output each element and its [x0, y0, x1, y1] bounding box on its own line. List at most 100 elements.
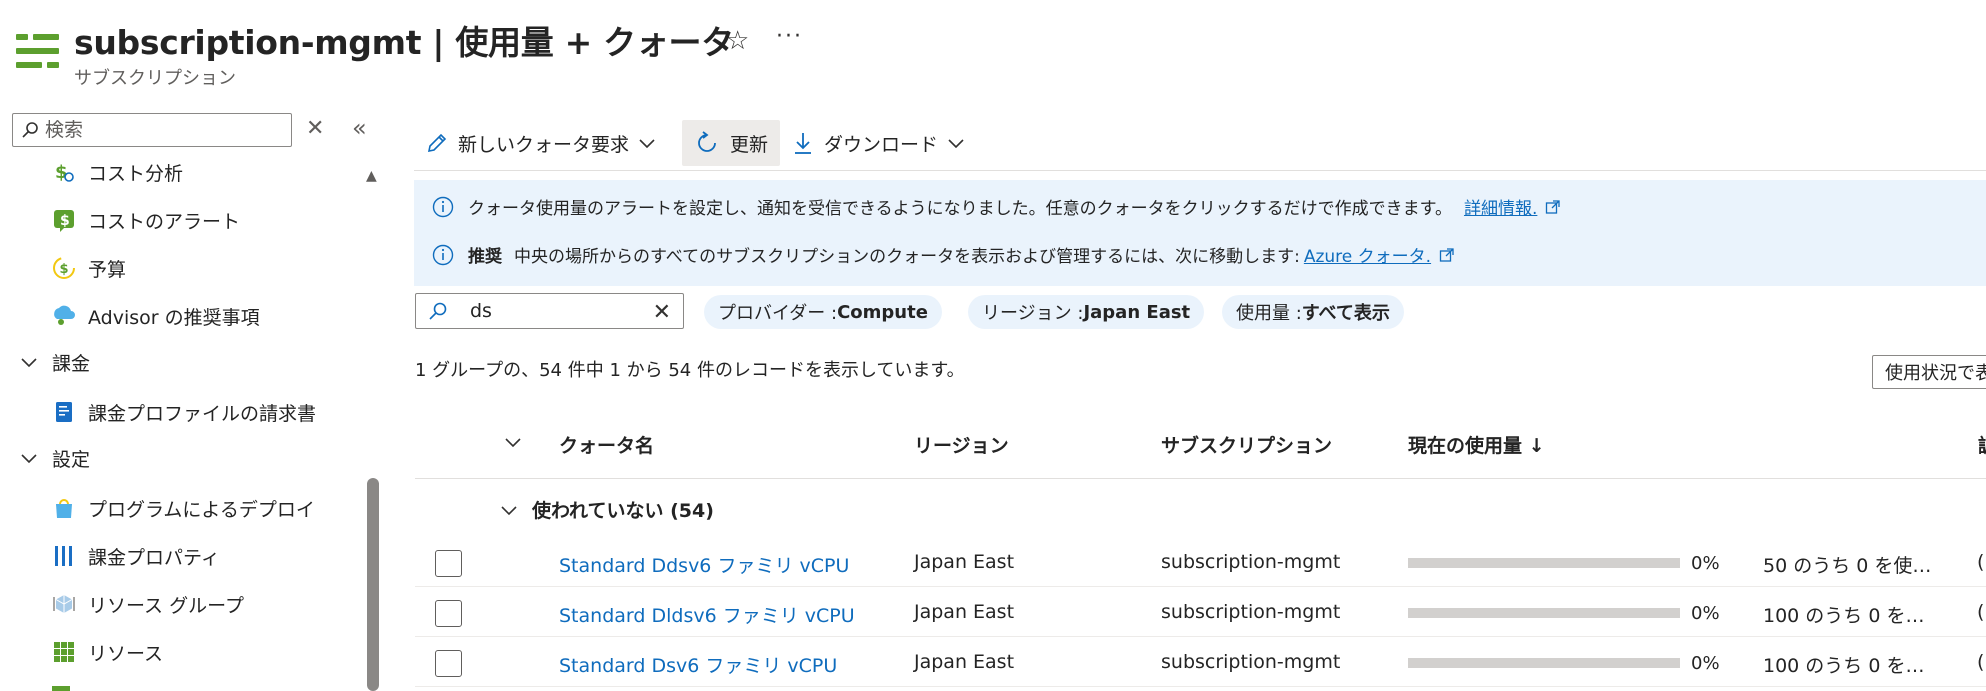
row-checkbox[interactable] — [435, 650, 462, 677]
sidebar-group-settings[interactable]: 設定 — [20, 438, 90, 478]
column-header-usage[interactable]: 現在の使用量 ↓ — [1408, 431, 1545, 458]
usage-progress-bar — [1408, 608, 1680, 618]
usage-percent: 0% — [1691, 653, 1720, 674]
scroll-up-icon[interactable]: ▲ — [366, 168, 377, 184]
row-checkbox[interactable] — [435, 550, 462, 577]
download-button[interactable]: ダウンロード — [792, 120, 964, 166]
sidebar-item-budget[interactable]: $ 予算 — [52, 248, 126, 288]
chevron-down-icon — [20, 447, 40, 469]
sidebar-scrollbar-thumb[interactable] — [367, 478, 379, 691]
star-icon[interactable]: ☆ — [726, 26, 749, 56]
page-subtitle: サブスクリプション — [74, 68, 236, 89]
table-row[interactable]: Standard Dldsv6 ファミリ vCPU Japan East sub… — [415, 587, 1986, 637]
info-banner: クォータ使用量のアラートを設定し、通知を受信できるようになりました。任意のクォー… — [414, 180, 1986, 286]
clear-icon[interactable]: ✕ — [653, 300, 671, 325]
more-icon[interactable]: ··· — [776, 24, 803, 49]
banner-alert-message: クォータ使用量のアラートを設定し、通知を受信できるようになりました。任意のクォー… — [432, 194, 1561, 219]
chevron-down-icon — [948, 138, 964, 148]
row-subscription: subscription-mgmt — [1161, 601, 1341, 623]
usage-text: 100 のうち 0 を使... — [1763, 655, 1938, 677]
usage-filter-pill[interactable]: 使用量 : すべて表示 — [1222, 295, 1404, 329]
sidebar-item-label: 予算 — [88, 258, 127, 281]
info-icon — [432, 196, 454, 218]
invoice-icon — [52, 400, 76, 424]
sidebar-item-cost-alert[interactable]: $ コストのアラート — [52, 200, 240, 240]
sidebar-group-label: 設定 — [52, 448, 91, 471]
recommend-label: 推奨 — [468, 247, 502, 267]
banner-recommend-message: 推奨 中央の場所からのすべてのサブスクリプションのクォータを表示および管理するに… — [432, 242, 1455, 267]
region-filter-pill[interactable]: リージョン : Japan East — [968, 295, 1205, 329]
sidebar-item-next-icon — [52, 686, 70, 691]
page-title: subscription-mgmt | 使用量 + クォータ — [74, 23, 734, 62]
search-icon — [22, 122, 38, 138]
column-header-next[interactable]: 調 — [1978, 431, 1986, 458]
sidebar-item-cost-analysis[interactable]: $ コスト分析 — [52, 152, 183, 192]
sidebar-item-label: リソース グループ — [88, 594, 244, 617]
azure-quota-link[interactable]: Azure クォータ. — [1304, 242, 1431, 267]
quota-name-link[interactable]: Standard Ddsv6 ファミリ vCPU — [559, 551, 849, 578]
row-checkbox[interactable] — [435, 600, 462, 627]
usage-text: 50 のうち 0 を使用中 — [1763, 555, 1938, 577]
sidebar-item-deploy[interactable]: プログラムによるデプロイ — [52, 488, 315, 528]
table-row[interactable]: Standard Ddsv6 ファミリ vCPU Japan East subs… — [415, 537, 1986, 587]
search-icon — [429, 302, 447, 320]
deploy-icon — [52, 496, 76, 520]
chevron-down-icon — [20, 351, 40, 373]
quota-name-link[interactable]: Standard Dsv6 ファミリ vCPU — [559, 651, 837, 678]
row-region: Japan East — [914, 551, 1015, 573]
group-by-usage-dropdown[interactable]: 使用状況で表示 — [1872, 355, 1986, 389]
external-link-icon[interactable] — [1545, 199, 1561, 215]
row-region: Japan East — [914, 601, 1015, 623]
refresh-icon — [694, 130, 720, 156]
usage-progress-bar — [1408, 658, 1680, 668]
group-header-unused[interactable]: 使われていない (54) — [500, 496, 714, 523]
resources-icon — [52, 640, 76, 664]
sidebar-item-resource-groups[interactable]: リソース グループ — [52, 584, 244, 624]
advisor-icon — [52, 304, 76, 328]
quota-name-link[interactable]: Standard Dldsv6 ファミリ vCPU — [559, 601, 855, 628]
sidebar-search-input[interactable] — [45, 119, 265, 141]
sidebar-item-advisor[interactable]: Advisor の推奨事項 — [52, 296, 260, 336]
row-region: Japan East — [914, 651, 1015, 673]
row-subscription: subscription-mgmt — [1161, 551, 1341, 573]
column-header-name[interactable]: クォータ名 — [559, 431, 654, 458]
sidebar-group-billing[interactable]: 課金 — [20, 342, 90, 382]
sidebar-item-label: 課金プロファイルの請求書 — [88, 402, 317, 425]
usage-percent: 0% — [1691, 603, 1720, 624]
toolbar-divider — [414, 170, 1986, 171]
external-link-icon[interactable] — [1439, 247, 1455, 263]
sidebar-item-invoice[interactable]: 課金プロファイルの請求書 — [52, 392, 316, 432]
budget-icon: $ — [52, 256, 76, 280]
new-quota-request-button[interactable]: 新しいクォータ要求 — [426, 120, 655, 166]
edit-icon — [426, 132, 448, 154]
collapse-all-icon[interactable] — [504, 431, 522, 453]
sidebar-item-billing-properties[interactable]: 課金プロパティ — [52, 536, 220, 576]
cost-analysis-icon: $ — [52, 160, 76, 184]
chevron-down-icon — [500, 504, 518, 516]
sidebar-item-label: コスト分析 — [88, 162, 184, 185]
learn-more-link[interactable]: 詳細情報. — [1464, 194, 1537, 219]
table-row[interactable]: Standard Dsv6 ファミリ vCPU Japan East subsc… — [415, 637, 1986, 687]
subscription-icon — [16, 34, 59, 68]
info-icon — [432, 244, 454, 266]
sidebar-group-label: 課金 — [52, 352, 91, 375]
sidebar-item-label: Advisor の推奨事項 — [88, 306, 260, 329]
search-value[interactable]: ds — [470, 300, 492, 322]
refresh-button[interactable]: 更新 — [682, 120, 781, 166]
sidebar-item-resources[interactable]: リソース — [52, 632, 163, 672]
resource-group-icon — [52, 592, 76, 616]
cost-alert-icon: $ — [52, 208, 76, 232]
next-column-value: ( — [1977, 651, 1985, 673]
collapse-sidebar-icon[interactable]: « — [352, 114, 367, 142]
quota-search-input[interactable]: ds ✕ — [415, 293, 684, 329]
row-subscription: subscription-mgmt — [1161, 651, 1341, 673]
sidebar-item-label: プログラムによるデプロイ — [88, 498, 315, 521]
column-header-region[interactable]: リージョン — [914, 431, 1009, 458]
column-header-subscription[interactable]: サブスクリプション — [1161, 431, 1332, 458]
sidebar-item-label: 課金プロパティ — [88, 546, 220, 569]
provider-filter-pill[interactable]: プロバイダー : Compute — [704, 295, 942, 329]
svg-text:$: $ — [60, 262, 69, 277]
next-column-value: ( — [1977, 601, 1985, 623]
clear-icon[interactable]: ✕ — [306, 116, 324, 141]
sidebar-search[interactable] — [12, 113, 292, 147]
